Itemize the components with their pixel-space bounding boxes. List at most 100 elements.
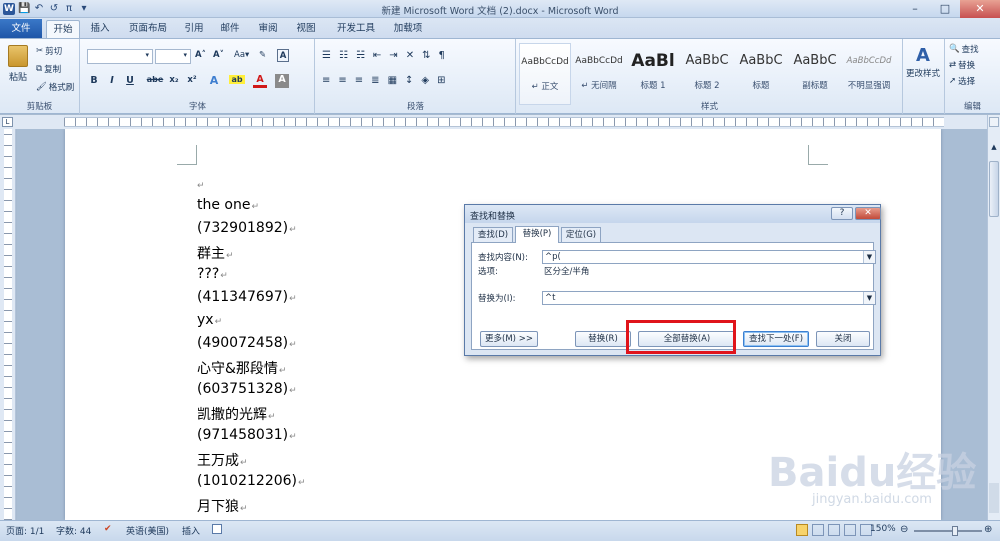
- strikethrough-button[interactable]: abe: [145, 75, 165, 84]
- tab-file[interactable]: 文件: [0, 19, 42, 38]
- page-count[interactable]: 页面: 1/1: [6, 524, 44, 537]
- tab-references[interactable]: 引用: [178, 20, 210, 38]
- borders-icon[interactable]: ⊞: [437, 75, 445, 86]
- italic-button[interactable]: I: [105, 75, 119, 86]
- document-line[interactable]: yx↵: [197, 312, 222, 328]
- maximize-button[interactable]: □: [930, 0, 960, 18]
- highlight-button[interactable]: ab: [229, 75, 245, 84]
- clear-format-button[interactable]: ✎: [259, 50, 266, 60]
- undo-icon[interactable]: ↶: [33, 3, 45, 15]
- font-color-button[interactable]: A: [253, 74, 267, 88]
- web-layout-icon[interactable]: [828, 524, 840, 536]
- document-line[interactable]: (603751328)↵: [197, 381, 297, 397]
- increase-indent-icon[interactable]: ⇥: [389, 50, 397, 61]
- redo-icon[interactable]: ↺: [48, 3, 60, 15]
- font-size-combo[interactable]: ▾: [155, 49, 191, 64]
- chinese-layout-icon[interactable]: ✕: [406, 50, 414, 61]
- dropdown-arrow-icon[interactable]: ▼: [863, 251, 875, 263]
- char-border-button[interactable]: A: [277, 49, 289, 62]
- style-normal[interactable]: AaBbCcDd ↵ 正文: [519, 43, 571, 105]
- replace-once-button[interactable]: 替换(R): [575, 331, 631, 347]
- insert-mode[interactable]: 插入: [182, 524, 200, 537]
- shrink-font-button[interactable]: A˅: [213, 50, 224, 60]
- tab-mailings[interactable]: 邮件: [214, 20, 246, 38]
- shading-icon[interactable]: ◈: [421, 75, 429, 86]
- superscript-button[interactable]: x²: [185, 75, 199, 85]
- align-left-icon[interactable]: ≡: [322, 75, 330, 86]
- scroll-thumb[interactable]: [989, 161, 999, 217]
- numbering-icon[interactable]: ☷: [339, 50, 348, 61]
- word-count[interactable]: 字数: 44: [56, 524, 91, 537]
- document-line[interactable]: (732901892)↵: [197, 220, 297, 236]
- tab-selector-icon[interactable]: L: [2, 117, 13, 127]
- document-line[interactable]: 心守&那段情↵: [197, 358, 286, 378]
- select-button[interactable]: ➚ 选择: [949, 75, 975, 87]
- document-line[interactable]: 凯撒的光辉↵: [197, 404, 276, 424]
- paste-button[interactable]: 粘贴: [4, 45, 32, 83]
- align-right-icon[interactable]: ≡: [355, 75, 363, 86]
- distributed-icon[interactable]: ▦: [388, 75, 397, 86]
- zoom-in-icon[interactable]: ⊕: [984, 524, 992, 535]
- document-line[interactable]: 王万成↵: [197, 450, 248, 470]
- tab-find[interactable]: 查找(D): [473, 227, 513, 242]
- language-indicator[interactable]: 英语(美国): [126, 524, 169, 537]
- document-line[interactable]: (1010212206)↵: [197, 473, 306, 489]
- customize-qat-icon[interactable]: ▾: [78, 3, 90, 15]
- zoom-slider-thumb[interactable]: [952, 526, 958, 536]
- style-heading-2[interactable]: AaBbC 标题 2: [681, 43, 733, 105]
- multilevel-icon[interactable]: ☵: [356, 50, 365, 61]
- line-spacing-icon[interactable]: ↕: [405, 75, 413, 86]
- horizontal-ruler[interactable]: L: [0, 115, 1000, 129]
- grow-font-button[interactable]: A˄: [195, 50, 206, 60]
- document-line[interactable]: (411347697)↵: [197, 289, 297, 305]
- tab-home[interactable]: 开始: [46, 20, 80, 38]
- subscript-button[interactable]: x₂: [167, 75, 181, 85]
- change-styles-button[interactable]: A 更改样式: [904, 45, 942, 79]
- document-line[interactable]: ???↵: [197, 266, 228, 282]
- replace-button[interactable]: ⇄ 替换: [949, 59, 975, 71]
- sort-icon[interactable]: ⇅: [422, 50, 430, 61]
- scroll-up-icon[interactable]: ▲: [989, 143, 999, 155]
- dropdown-arrow-icon[interactable]: ▼: [863, 292, 875, 304]
- vertical-ruler[interactable]: [0, 129, 16, 520]
- more-button[interactable]: 更多(M) >>: [480, 331, 538, 347]
- font-name-combo[interactable]: ▾: [87, 49, 153, 64]
- word-logo-icon[interactable]: W: [3, 3, 15, 15]
- replace-input[interactable]: ^t ▼: [542, 291, 876, 305]
- close-window-button[interactable]: ✕: [960, 0, 1000, 18]
- document-line[interactable]: the one↵: [197, 197, 259, 213]
- underline-button[interactable]: U: [123, 75, 137, 86]
- macro-record-icon[interactable]: [212, 524, 222, 534]
- style-no-spacing[interactable]: AaBbCcDd ↵ 无间隔: [573, 43, 625, 105]
- close-button[interactable]: 关闭: [816, 331, 870, 347]
- style-subtitle[interactable]: AaBbC 副标题: [789, 43, 841, 105]
- align-center-icon[interactable]: ≡: [338, 75, 346, 86]
- find-button[interactable]: 🔍 查找: [949, 43, 979, 55]
- document-line[interactable]: 月下狼↵: [197, 496, 248, 516]
- save-icon[interactable]: 💾: [18, 3, 30, 15]
- tab-goto[interactable]: 定位(G): [561, 227, 601, 242]
- cut-button[interactable]: ✂ 剪切: [36, 45, 62, 57]
- document-line[interactable]: 群主↵: [197, 243, 234, 263]
- justify-icon[interactable]: ≣: [371, 75, 379, 86]
- ruler-toggle-icon[interactable]: [989, 117, 999, 127]
- zoom-slider[interactable]: [914, 530, 982, 532]
- char-shading-button[interactable]: A: [275, 74, 289, 88]
- style-title[interactable]: AaBbC 标题: [735, 43, 787, 105]
- bullets-icon[interactable]: ☰: [322, 50, 331, 61]
- bold-button[interactable]: B: [87, 75, 101, 86]
- print-layout-icon[interactable]: [796, 524, 808, 536]
- equation-icon[interactable]: π: [63, 3, 75, 15]
- style-heading-1[interactable]: AaBl 标题 1: [627, 43, 679, 105]
- tab-replace[interactable]: 替换(P): [515, 226, 559, 243]
- text-effect-button[interactable]: A: [207, 74, 221, 87]
- tab-developer[interactable]: 开发工具: [330, 20, 382, 38]
- outline-icon[interactable]: [844, 524, 856, 536]
- spelling-check-icon[interactable]: ✔: [104, 524, 112, 534]
- find-next-button[interactable]: 查找下一处(F): [743, 331, 809, 347]
- style-subtle-emphasis[interactable]: AaBbCcDd 不明显强调: [843, 43, 895, 105]
- tab-review[interactable]: 审阅: [252, 20, 284, 38]
- format-painter-button[interactable]: 🖌 格式刷: [36, 81, 74, 93]
- decrease-indent-icon[interactable]: ⇤: [373, 50, 381, 61]
- document-line[interactable]: (490072458)↵: [197, 335, 297, 351]
